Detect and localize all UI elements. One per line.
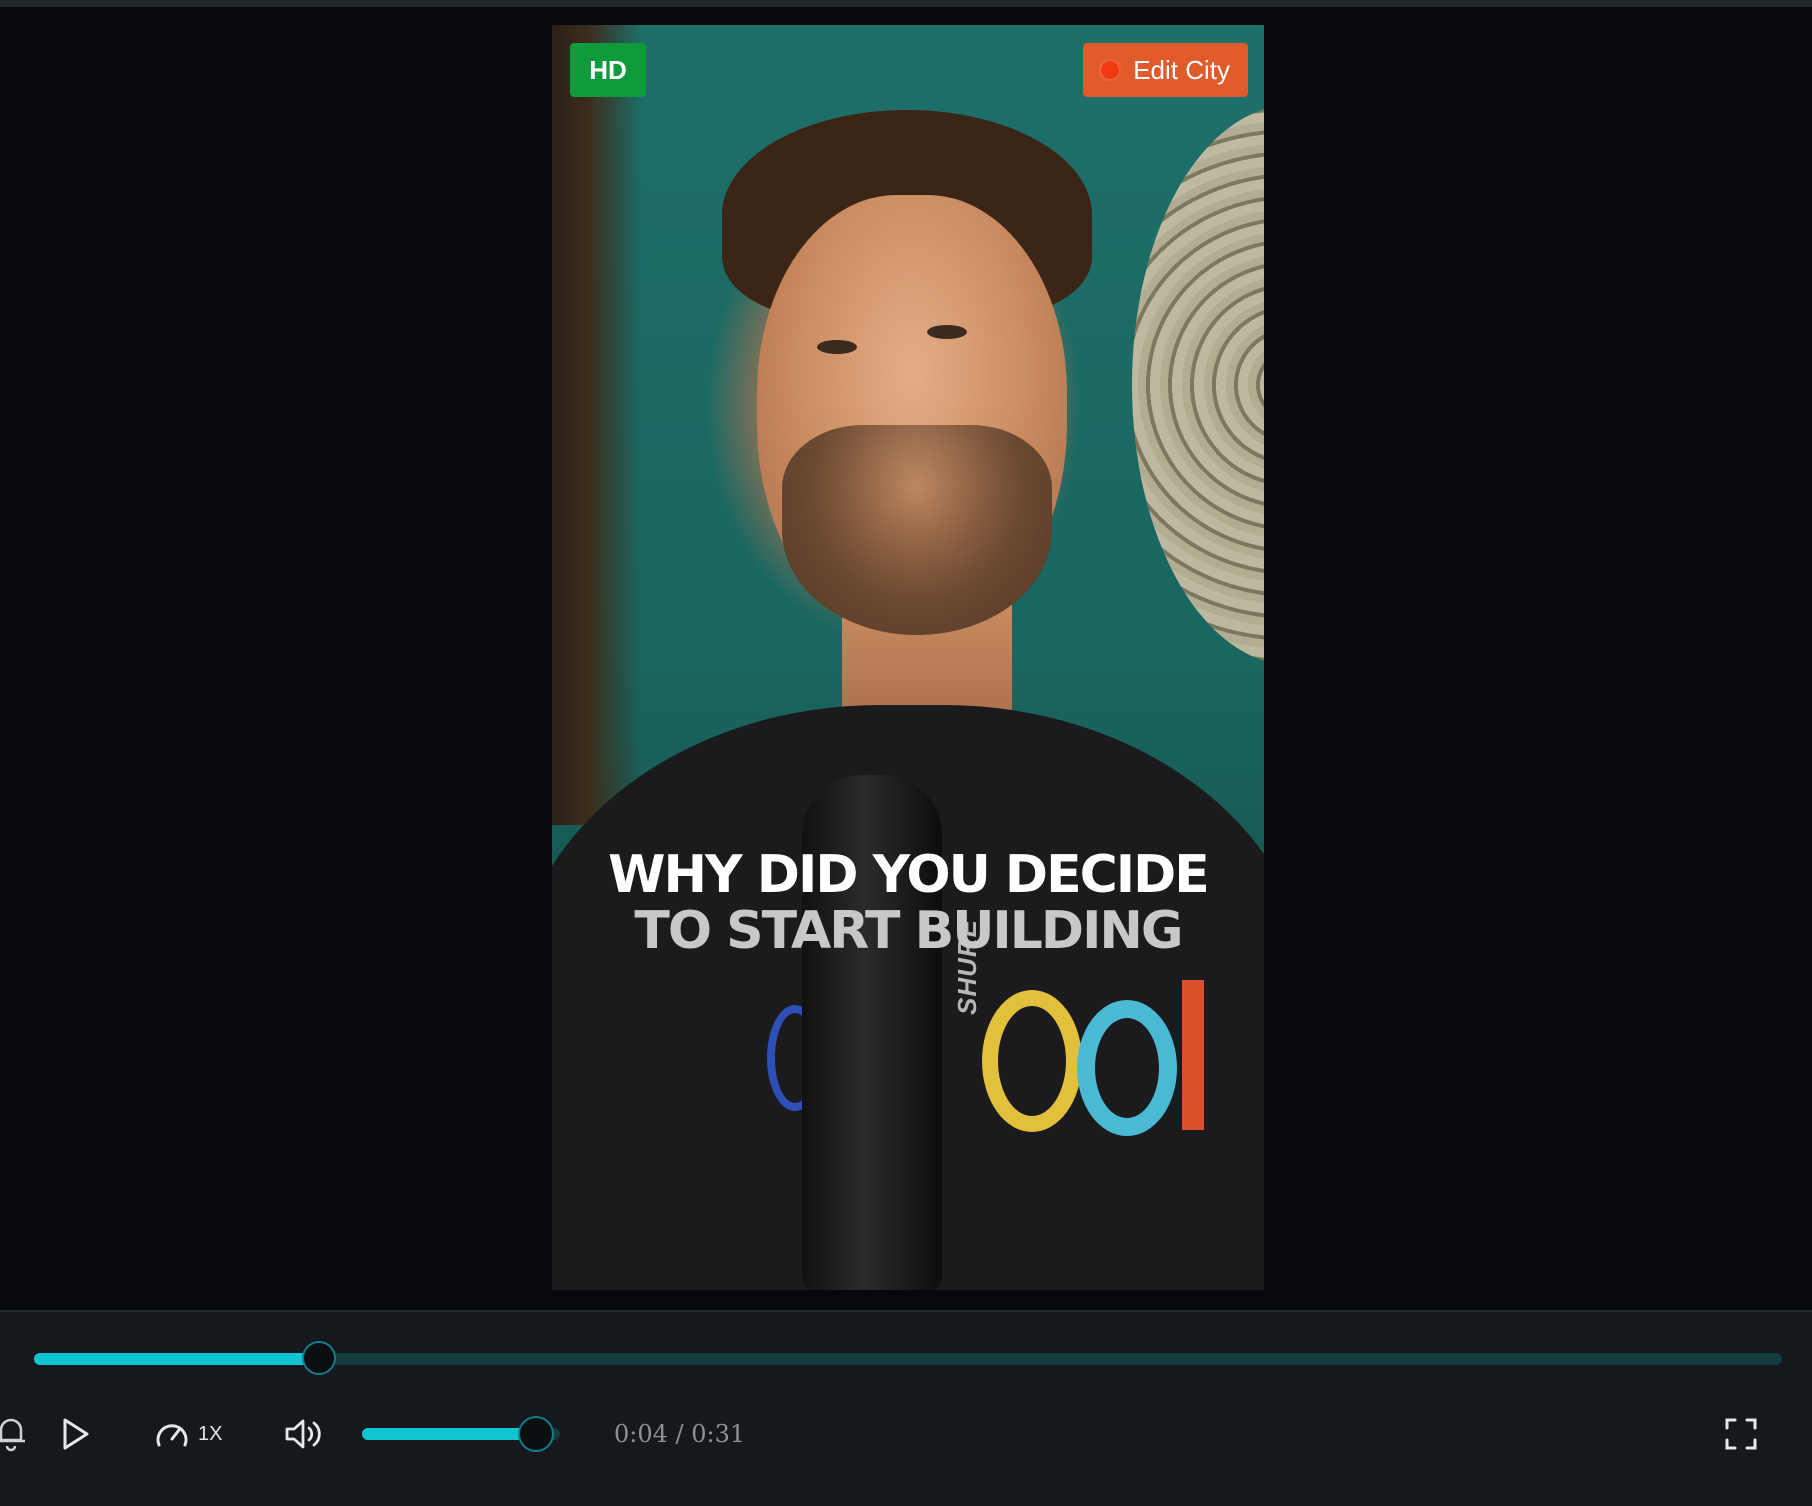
seek-bar-played <box>34 1353 319 1365</box>
fullscreen-icon <box>1724 1417 1758 1451</box>
shirt-logo-letter <box>982 990 1082 1132</box>
video-caption: WHY DID YOU DECIDE TO START BUILDING <box>552 847 1264 959</box>
shirt-logo-letter <box>1182 980 1204 1130</box>
volume-icon <box>284 1417 322 1451</box>
notification-button[interactable] <box>0 1412 26 1456</box>
speed-gauge-icon <box>154 1417 190 1451</box>
background-wall <box>552 25 642 825</box>
hd-badge[interactable]: HD <box>570 43 646 97</box>
edit-city-badge[interactable]: Edit City <box>1083 43 1248 97</box>
speed-label: 1X <box>198 1422 223 1445</box>
caption-line-2: TO START BUILDING <box>634 901 1183 961</box>
seek-bar[interactable] <box>34 1341 1782 1375</box>
player-control-bar: 1X 0:04 / 0:31 <box>0 1310 1812 1506</box>
play-icon <box>60 1416 92 1452</box>
top-border <box>0 0 1812 7</box>
fullscreen-button[interactable] <box>1724 1412 1758 1456</box>
playback-speed-button[interactable]: 1X <box>154 1412 222 1456</box>
record-dot-icon <box>1101 61 1120 79</box>
current-time: 0:04 <box>614 1420 668 1448</box>
person-eye-left <box>817 340 857 354</box>
shirt-logo-letter <box>1077 1000 1177 1136</box>
volume-handle[interactable] <box>518 1416 555 1452</box>
video-frame[interactable]: SHURE WHY DID YOU DECIDE TO START BUILDI… <box>552 25 1264 1290</box>
total-duration: 0:31 <box>691 1420 746 1448</box>
bell-icon <box>0 1414 26 1454</box>
time-display: 0:04 / 0:31 <box>614 1420 745 1448</box>
person-beard <box>782 425 1052 635</box>
play-button[interactable] <box>60 1412 92 1456</box>
volume-slider[interactable] <box>362 1416 560 1452</box>
seek-handle[interactable] <box>301 1341 336 1375</box>
time-separator: / <box>675 1420 684 1448</box>
caption-line-1: WHY DID YOU DECIDE <box>608 845 1210 905</box>
person-eye-right <box>927 325 967 339</box>
mute-button[interactable] <box>284 1412 322 1456</box>
volume-level <box>362 1428 537 1440</box>
edit-city-label: Edit City <box>1133 55 1230 85</box>
wall-ornament <box>1132 105 1264 665</box>
